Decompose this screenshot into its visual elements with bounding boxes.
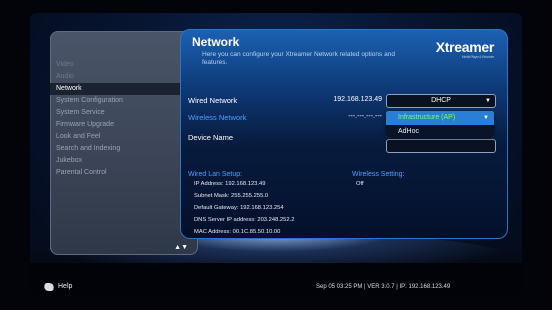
info-dns-server: DNS Server IP address: 203.248.252.2 xyxy=(194,217,295,223)
device-name-field[interactable] xyxy=(386,139,496,153)
info-mac-address: MAC Address: 00.1C.85.50.10.00 xyxy=(194,229,281,235)
page-title: Network xyxy=(192,35,240,49)
footer-bar xyxy=(30,263,522,297)
menu-item-search-and-indexing[interactable]: Search and Indexing xyxy=(50,143,198,155)
wireless-mode-dropdown[interactable]: Infrastructure (AP) ▼ AdHoc xyxy=(386,111,494,138)
info-ip-address: IP Address: 192.168.123.49 xyxy=(194,181,266,187)
dropdown-option-infrastructure[interactable]: Infrastructure (AP) ▼ xyxy=(386,111,494,125)
wireless-setting-value: Off xyxy=(356,181,364,187)
device-name-label: Device Name xyxy=(188,133,234,142)
menu-item-audio[interactable]: Audio xyxy=(50,71,198,83)
wireless-ip-value: ---.---.---.--- xyxy=(348,113,382,120)
scroll-arrows-icon[interactable]: ▲▼ xyxy=(174,244,188,251)
menu-item-firmware-upgrade[interactable]: Firmware Upgrade xyxy=(50,119,198,131)
status-bar-text: Sep 05 03:25 PM | VER 3.0.7 | IP: 192.16… xyxy=(316,284,451,290)
menu-item-parental-control[interactable]: Parental Control xyxy=(50,167,198,179)
xtreamer-logo: Xtreamer Media Player & Recorder xyxy=(435,39,495,59)
menu-item-video[interactable]: Video xyxy=(50,59,198,71)
dropdown-arrow-icon: ▼ xyxy=(485,98,491,104)
network-panel: Network Here you can configure your Xtre… xyxy=(180,29,508,239)
wireless-setting-heading: Wireless Setting: xyxy=(352,171,405,178)
menu-item-network[interactable]: Network xyxy=(50,83,198,95)
menu-item-system-service[interactable]: System Service xyxy=(50,107,198,119)
wired-lan-setup-heading: Wired Lan Setup: xyxy=(188,171,243,178)
menu-item-jukebox[interactable]: Jukebox xyxy=(50,155,198,167)
menu-item-look-and-feel[interactable]: Look and Feel xyxy=(50,131,198,143)
wired-mode-select[interactable]: DHCP ▼ xyxy=(386,94,496,108)
info-subnet-mask: Subnet Mask: 255.255.255.0 xyxy=(194,193,269,199)
tv-screen: Video Audio Network System Configuration… xyxy=(30,13,522,297)
dropdown-arrow-icon: ▼ xyxy=(483,115,489,121)
wireless-network-label: Wireless Network xyxy=(188,113,247,122)
dropdown-selected-label: Infrastructure (AP) xyxy=(398,114,456,121)
info-default-gateway: Default Gateway: 192.168.123.254 xyxy=(194,205,284,211)
logo-tagline: Media Player & Recorder xyxy=(461,55,495,59)
settings-menu: Video Audio Network System Configuration… xyxy=(50,31,198,255)
help-label[interactable]: Help xyxy=(58,283,72,290)
wired-network-label: Wired Network xyxy=(188,96,238,105)
dropdown-option-adhoc[interactable]: AdHoc xyxy=(386,125,494,138)
page-description: Here you can configure your Xtreamer Net… xyxy=(202,51,395,66)
wired-ip-value: 192.168.123.49 xyxy=(333,96,382,103)
wired-mode-value: DHCP xyxy=(431,97,451,104)
logo-text: Xtreamer xyxy=(435,39,495,55)
menu-item-system-configuration[interactable]: System Configuration xyxy=(50,95,198,107)
